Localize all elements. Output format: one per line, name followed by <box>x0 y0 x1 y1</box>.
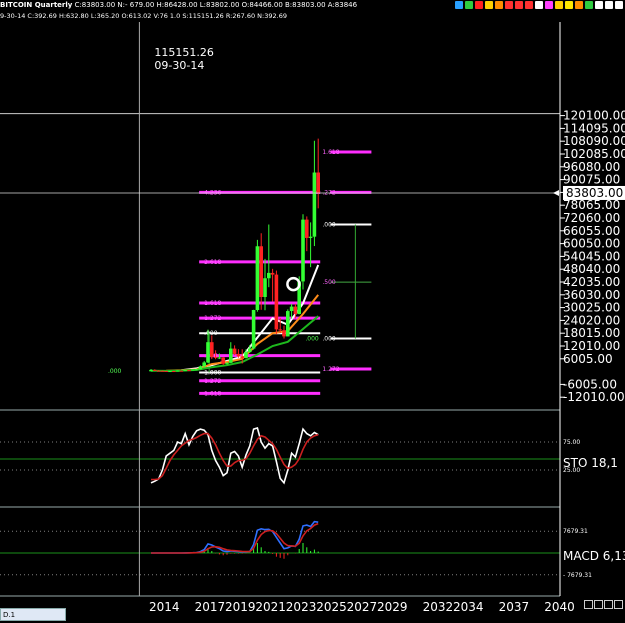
fib-level-label: 1.272 <box>204 378 221 385</box>
chart-svg[interactable]: 4.2362.6181.6181.272.000.5001.0001.2721.… <box>0 0 625 623</box>
fib-right-level-label: 1.618 <box>322 149 339 156</box>
candle-body <box>270 272 275 275</box>
x-tick-label: 2032 <box>423 600 454 614</box>
candle-body <box>164 370 168 372</box>
candle-body <box>305 219 309 238</box>
fib-level-label: 1.000 <box>204 369 221 376</box>
y-tick-label: -12010.00 <box>563 390 625 404</box>
crosshair-value-label: 115151.26 <box>154 46 214 59</box>
sto-series-line <box>150 427 319 485</box>
fib-level-label: 1.618 <box>204 390 221 397</box>
fib-right-level-label: .000 <box>322 336 336 343</box>
x-tick-label: 2014 <box>149 600 180 614</box>
sto-ref-label: 75.00 <box>563 439 580 446</box>
candle-body <box>217 357 222 359</box>
x-tick-label: 2023 <box>286 600 317 614</box>
candle-body <box>194 369 199 371</box>
x-tick-label: 2017 <box>195 600 226 614</box>
fib-marker-label: .000 <box>108 368 122 375</box>
maximize-icon[interactable] <box>604 600 613 609</box>
candle-body <box>183 370 187 372</box>
y-tick-label: 6005.00 <box>563 352 613 366</box>
sto-series-line <box>151 432 319 481</box>
candle-body <box>198 366 203 370</box>
candle-body <box>286 311 290 337</box>
candle-body <box>274 274 279 330</box>
candle-body <box>213 356 218 358</box>
candle-body <box>149 369 153 372</box>
candle-body <box>244 352 248 358</box>
candle-body <box>255 246 260 310</box>
candle-body <box>293 306 298 315</box>
close-icon[interactable] <box>614 600 623 609</box>
candle-body <box>282 330 286 337</box>
fib-right-level-label: 1.272 <box>322 366 339 373</box>
candle-body <box>168 371 172 373</box>
crosshair-date-label: 09-30-14 <box>154 59 204 72</box>
x-tick-label: 2037 <box>499 600 530 614</box>
sto-legend: STO 18,1 <box>563 456 618 470</box>
restore-icon[interactable] <box>594 600 603 609</box>
candle-body <box>225 362 229 364</box>
candle-body <box>229 348 233 363</box>
candle-body <box>240 356 244 358</box>
status-box[interactable]: D.1 <box>0 608 66 621</box>
candle-body <box>160 370 165 372</box>
candle-body <box>156 370 161 372</box>
fib-right-level-label: .500 <box>322 279 336 286</box>
macd-series-line <box>151 520 319 554</box>
macd-ref-label: - 7679.31 <box>563 572 592 579</box>
candle-body <box>251 309 256 349</box>
candle-body <box>191 369 195 371</box>
candle-body <box>301 219 305 282</box>
candle-body <box>263 278 267 297</box>
candle-body <box>316 172 320 193</box>
candle-body <box>312 172 317 237</box>
candle-body <box>289 306 294 312</box>
candle-body <box>172 371 176 373</box>
price-arrow-icon <box>553 189 559 196</box>
candle-body <box>206 342 210 363</box>
minimize-icon[interactable] <box>584 600 593 609</box>
window-buttons[interactable] <box>584 600 623 609</box>
fib-level-label: .000 <box>204 330 218 337</box>
candle-body <box>236 353 241 357</box>
macd-series-line <box>151 522 319 554</box>
candle-body <box>267 272 271 279</box>
x-tick-label: 2019 <box>225 600 256 614</box>
candle-body <box>278 329 282 331</box>
x-tick-label: 2040 <box>544 600 575 614</box>
x-tick-label: 2027 <box>347 600 378 614</box>
candle-body <box>232 348 237 354</box>
x-tick-label: 2021 <box>255 600 286 614</box>
fib-right-level-label: .000 <box>322 222 336 229</box>
candle-body <box>248 348 252 353</box>
candle-body <box>259 246 263 297</box>
candle-body <box>308 236 313 238</box>
candle-body <box>210 342 214 357</box>
candle-body <box>202 362 206 367</box>
candle-body <box>175 370 180 372</box>
fib-level-label: 2.618 <box>204 259 221 266</box>
x-tick-label: 2034 <box>453 600 484 614</box>
price-label: 83803.00 <box>566 186 623 200</box>
macd-legend: MACD 6,13 <box>563 549 625 563</box>
macd-ref-label: 7679.31 <box>563 528 588 535</box>
fib-level-label: 1.272 <box>204 315 221 322</box>
candle-body <box>153 369 157 371</box>
fib-level-label: 1.618 <box>204 300 221 307</box>
x-tick-label: 2029 <box>377 600 408 614</box>
x-tick-label: 2025 <box>316 600 347 614</box>
candle-body <box>221 357 225 364</box>
candle-body <box>187 370 191 372</box>
candle-body <box>179 370 184 372</box>
fib-pivot-label: .000 <box>305 336 319 343</box>
